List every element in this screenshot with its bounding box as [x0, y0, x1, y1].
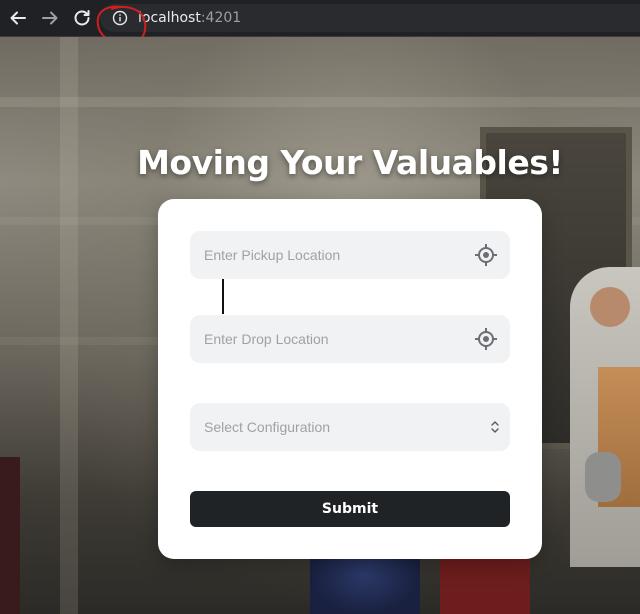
submit-button[interactable]: Submit — [190, 491, 510, 527]
drop-location-input[interactable] — [190, 315, 510, 363]
browser-toolbar: localhost:4201 — [0, 0, 640, 45]
url-text: localhost:4201 — [138, 10, 241, 26]
url-port: :4201 — [200, 10, 242, 26]
back-arrow-icon[interactable] — [6, 6, 30, 30]
chevron-up-down-icon — [490, 419, 500, 435]
info-icon[interactable] — [112, 10, 128, 26]
booking-card: Select Configuration Submit — [158, 199, 542, 559]
locate-target-icon[interactable] — [474, 243, 498, 267]
pickup-location-input[interactable] — [190, 231, 510, 279]
address-bar[interactable]: localhost:4201 — [100, 4, 640, 32]
reload-icon[interactable] — [70, 6, 94, 30]
route-connector-line — [222, 279, 224, 314]
locate-target-icon[interactable] — [474, 327, 498, 351]
configuration-placeholder: Select Configuration — [204, 419, 331, 435]
page-title: Moving Your Valuables! — [137, 143, 563, 182]
forward-arrow-icon[interactable] — [38, 6, 62, 30]
url-host: localhost — [138, 10, 201, 26]
configuration-select[interactable]: Select Configuration — [190, 403, 510, 451]
pickup-location-field[interactable] — [190, 231, 510, 279]
drop-location-field[interactable] — [190, 315, 510, 363]
